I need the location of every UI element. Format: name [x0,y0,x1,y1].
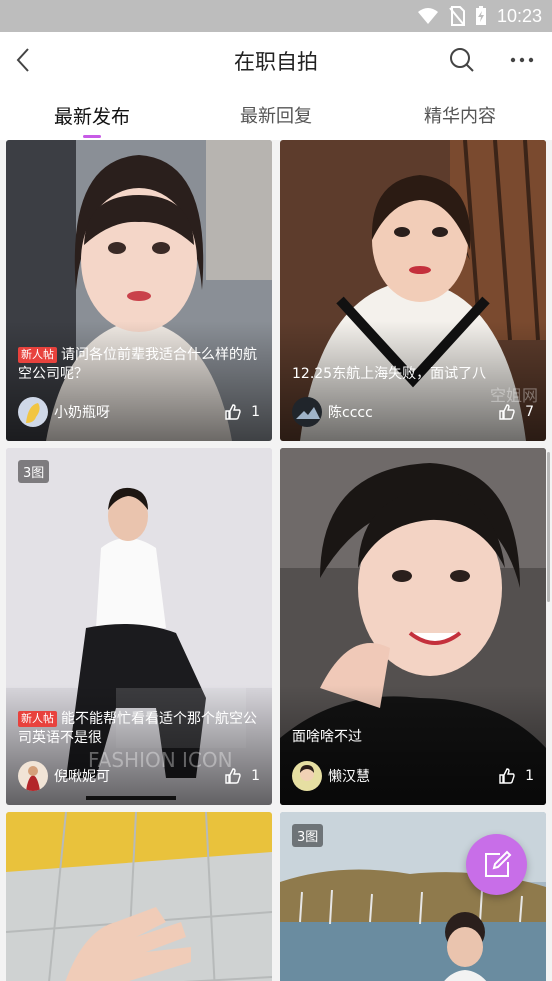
like-count: 7 [525,404,534,420]
author-name[interactable]: 陈cccc [328,402,499,422]
thumbs-up-icon [499,768,515,784]
post-card[interactable]: 面啥啥不过 懒汉慧 1 [280,448,546,805]
avatar[interactable] [292,397,322,427]
post-meta: 倪啾妮可 1 [18,761,260,791]
search-icon[interactable] [448,46,476,74]
tab-label: 最新发布 [53,106,130,128]
avatar[interactable] [18,397,48,427]
edit-icon [484,850,511,877]
post-card[interactable]: 空姐网 12.25东航上海失败，面试了八 陈cccc 7 [280,140,546,441]
like-button[interactable]: 1 [225,768,260,784]
author-name[interactable]: 小奶瓶呀 [54,402,225,422]
post-title: 12.25东航上海失败，面试了八 [292,365,534,384]
thumbs-up-icon [225,768,241,784]
like-count: 1 [251,404,260,420]
post-photo [6,812,272,981]
thumbs-up-icon [499,404,515,420]
post-meta: 懒汉慧 1 [292,761,534,791]
post-title-text: 面啥啥不过 [292,729,362,745]
post-title-text: 12.25东航上海失败，面试了八 [292,366,487,382]
post-card[interactable]: 3图 FASHION ICON 新人帖 能不能帮忙看看适个那个航空公司英语不是很 … [6,448,272,805]
post-meta: 陈cccc 7 [292,397,534,427]
tab-bar: 最新发布 最新回复 精华内容 [0,88,552,140]
post-card[interactable]: 新人帖 请问各位前辈我适合什么样的航空公司呢？ 小奶瓶呀 1 [6,140,272,441]
like-button[interactable]: 1 [499,768,534,784]
author-name[interactable]: 倪啾妮可 [54,766,225,786]
title-bar: 在职自拍 [0,32,552,88]
image-count-badge: 3图 [292,824,324,847]
post-card[interactable] [6,812,272,981]
post-meta: 小奶瓶呀 1 [18,397,260,427]
author-name[interactable]: 懒汉慧 [328,766,499,786]
tab-latest-posts[interactable]: 最新发布 [0,88,184,140]
avatar[interactable] [292,761,322,791]
status-time: 10:23 [496,5,542,26]
wifi-icon [417,8,438,24]
compose-post-button[interactable] [466,834,527,895]
active-tab-indicator [83,135,101,138]
like-count: 1 [251,768,260,784]
thumbs-up-icon [225,404,241,420]
image-count-badge: 3图 [18,460,50,483]
new-post-badge: 新人帖 [18,347,57,363]
more-dots-icon[interactable] [508,46,536,74]
scrollbar[interactable] [547,452,550,602]
post-title: 新人帖 请问各位前辈我适合什么样的航空公司呢？ [18,346,260,384]
tab-featured[interactable]: 精华内容 [368,88,552,140]
status-bar: 10:23 [0,0,552,32]
post-title: 面啥啥不过 [292,728,534,747]
like-count: 1 [525,768,534,784]
tab-label: 最新回复 [240,106,312,127]
no-sim-icon [449,6,465,26]
tab-latest-replies[interactable]: 最新回复 [184,88,368,140]
like-button[interactable]: 1 [225,404,260,420]
like-button[interactable]: 7 [499,404,534,420]
battery-icon [475,6,486,25]
tab-label: 精华内容 [424,106,496,127]
post-title: 新人帖 能不能帮忙看看适个那个航空公司英语不是很 [18,710,260,748]
new-post-badge: 新人帖 [18,711,57,727]
avatar[interactable] [18,761,48,791]
